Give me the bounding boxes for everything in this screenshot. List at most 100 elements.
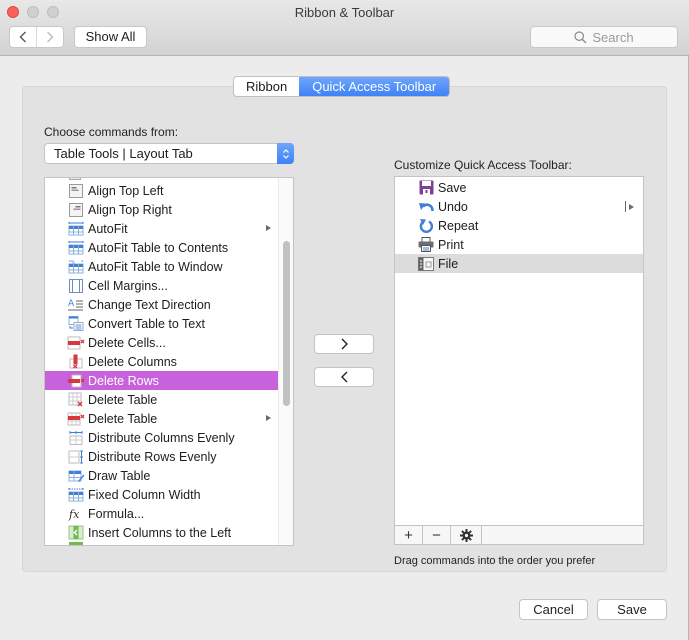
window-title: Ribbon & Toolbar bbox=[294, 5, 395, 20]
command-item[interactable]: Fixed Column Width bbox=[45, 485, 279, 504]
command-item-label: Distribute Rows Evenly bbox=[88, 449, 217, 464]
delete-table-menu-icon bbox=[67, 411, 85, 427]
command-source-value: Table Tools | Layout Tab bbox=[54, 146, 193, 161]
tab-bar: Ribbon Quick Access Toolbar bbox=[233, 76, 451, 97]
align-top-right-icon bbox=[67, 202, 85, 218]
delete-cells-icon bbox=[67, 335, 85, 351]
command-item-label: AutoFit Table to Window bbox=[88, 259, 223, 274]
chevron-right-icon bbox=[47, 31, 54, 43]
command-item[interactable]: Cell Margins... bbox=[45, 276, 279, 295]
command-item-label: Insert Columns to the Left bbox=[88, 525, 232, 540]
submenu-arrow-icon bbox=[266, 415, 271, 421]
toolbar-item[interactable]: Undo bbox=[395, 197, 643, 216]
command-item-label: Formula... bbox=[88, 506, 145, 521]
distribute-rows-icon bbox=[67, 449, 85, 465]
command-item-label: Fixed Column Width bbox=[88, 487, 201, 502]
toolbar-item-label: Repeat bbox=[438, 218, 479, 233]
command-item[interactable]: % AutoFit Table to Window bbox=[45, 257, 279, 276]
customize-toolbar-label: Customize Quick Access Toolbar: bbox=[394, 158, 572, 172]
draw-table-icon bbox=[67, 468, 85, 484]
command-source-select[interactable]: Table Tools | Layout Tab bbox=[44, 143, 294, 164]
command-item[interactable]: Draw Table bbox=[45, 466, 279, 485]
save-button[interactable]: Save bbox=[597, 599, 667, 620]
choose-commands-label: Choose commands from: bbox=[44, 125, 179, 139]
commands-scrollbar[interactable] bbox=[278, 178, 293, 545]
text-direction-icon: A bbox=[67, 297, 85, 313]
cancel-button[interactable]: Cancel bbox=[519, 599, 588, 620]
toolbar-item[interactable]: Repeat bbox=[395, 216, 643, 235]
command-item-label: Convert Table to Text bbox=[88, 316, 205, 331]
convert-table-icon bbox=[67, 316, 85, 332]
command-item[interactable]: Distribute Columns Evenly bbox=[45, 428, 279, 447]
toolbar-item[interactable]: Save bbox=[395, 178, 643, 197]
remove-item-button[interactable]: − bbox=[423, 526, 451, 544]
command-item-label: Align Top Left bbox=[88, 183, 164, 198]
toolbar-item-label: File bbox=[438, 256, 459, 271]
partial-row-icon bbox=[69, 542, 83, 545]
fixed-column-width-icon bbox=[67, 487, 85, 503]
command-item[interactable]: Align Top Right bbox=[45, 200, 279, 219]
command-item[interactable]: AutoFit Table to Contents bbox=[45, 238, 279, 257]
repeat-icon bbox=[417, 218, 435, 234]
toolbar-item[interactable]: Print bbox=[395, 235, 643, 254]
add-command-button[interactable] bbox=[314, 334, 374, 354]
gear-icon bbox=[459, 528, 473, 542]
forward-button[interactable] bbox=[36, 27, 63, 47]
toolbar-item-label: Undo bbox=[438, 199, 468, 214]
command-item[interactable]: Insert Columns to the Left bbox=[45, 523, 279, 542]
show-all-button[interactable]: Show All bbox=[74, 26, 147, 48]
ribbon-toolbar-window: Ribbon & Toolbar Show All Search Ribbon … bbox=[0, 0, 689, 640]
command-item[interactable]: Delete Table bbox=[45, 409, 279, 428]
search-field[interactable]: Search bbox=[530, 26, 678, 48]
quick-access-toolbar-list[interactable]: Save Undo Repeat Print File + − bbox=[394, 176, 644, 545]
command-item[interactable]: Delete Rows bbox=[45, 371, 279, 390]
command-item-label: Delete Table bbox=[88, 392, 158, 407]
command-item-label: AutoFit Table to Contents bbox=[88, 240, 229, 255]
chevron-right-icon bbox=[341, 338, 348, 350]
undo-icon bbox=[417, 199, 435, 215]
command-item[interactable]: Align Top Left bbox=[45, 181, 279, 200]
options-button[interactable] bbox=[451, 526, 482, 544]
command-item[interactable]: Delete Table bbox=[45, 390, 279, 409]
command-item[interactable]: Delete Cells... bbox=[45, 333, 279, 352]
submenu-arrow-icon bbox=[266, 225, 271, 231]
command-item[interactable]: Delete Columns bbox=[45, 352, 279, 371]
title-bar: Ribbon & Toolbar Show All Search bbox=[0, 0, 689, 56]
toolbar-item-label: Print bbox=[438, 237, 464, 252]
tab-ribbon[interactable]: Ribbon bbox=[234, 77, 299, 96]
chevron-left-icon bbox=[19, 31, 27, 43]
available-commands-list[interactable]: Align Top Left Align Top Right AutoFit Auto… bbox=[44, 177, 294, 546]
toolbar-list-footer: + − bbox=[395, 525, 643, 544]
command-item-label: Align Top Right bbox=[88, 202, 172, 217]
command-item-label: Draw Table bbox=[88, 468, 151, 483]
split-menu-arrow-icon[interactable] bbox=[625, 201, 634, 212]
toolbar-item[interactable]: File bbox=[395, 254, 643, 273]
back-button[interactable] bbox=[10, 27, 36, 47]
add-item-button[interactable]: + bbox=[395, 526, 423, 544]
back-forward-group bbox=[9, 26, 64, 48]
partial-row-icon bbox=[69, 178, 81, 180]
command-item[interactable]: AutoFit bbox=[45, 219, 279, 238]
command-item-label: AutoFit bbox=[88, 221, 128, 236]
autofit-icon bbox=[67, 221, 85, 237]
command-item-label: Delete Rows bbox=[88, 373, 159, 388]
distribute-columns-icon bbox=[67, 430, 85, 446]
drag-hint-text: Drag commands into the order you prefer bbox=[394, 555, 596, 567]
scrollbar-thumb[interactable] bbox=[283, 241, 290, 406]
search-icon bbox=[574, 30, 587, 43]
command-item[interactable]: A Change Text Direction bbox=[45, 295, 279, 314]
chevron-left-icon bbox=[340, 371, 347, 383]
remove-command-button[interactable] bbox=[314, 367, 374, 387]
cell-margins-icon bbox=[67, 278, 85, 294]
command-item[interactable]: Convert Table to Text bbox=[45, 314, 279, 333]
insert-columns-left-icon bbox=[67, 525, 85, 541]
select-arrows-icon bbox=[277, 143, 294, 164]
svg-text:A: A bbox=[68, 299, 75, 309]
command-item[interactable]: Distribute Rows Evenly bbox=[45, 447, 279, 466]
command-item[interactable]: fx Formula... bbox=[45, 504, 279, 523]
print-icon bbox=[417, 237, 435, 253]
search-placeholder: Search bbox=[592, 29, 634, 45]
align-top-left-icon bbox=[67, 183, 85, 199]
tab-quick-access-toolbar[interactable]: Quick Access Toolbar bbox=[299, 77, 450, 96]
command-item-label: Cell Margins... bbox=[88, 278, 168, 293]
